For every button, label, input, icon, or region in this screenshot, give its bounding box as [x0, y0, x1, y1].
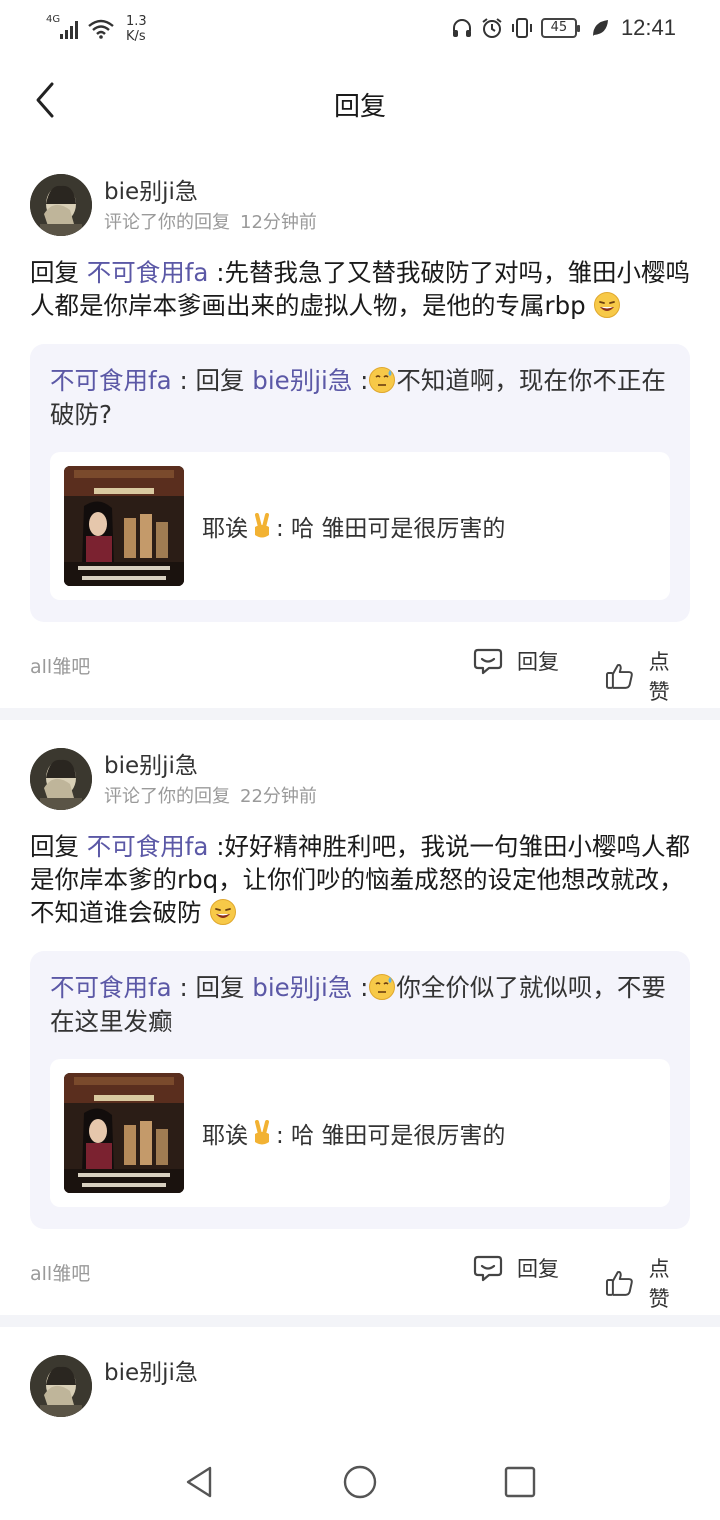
quote-mention[interactable]: bie别ji急 [252, 973, 352, 1002]
status-left: 1.3 K/s [46, 12, 147, 46]
battery-indicator: 45 [540, 18, 580, 38]
action-text: 评论了你的回复 [104, 212, 230, 233]
reply-mention[interactable]: 不可食用fa [87, 832, 209, 861]
original-body: : 哈 雏田可是很厉害的 [276, 1123, 506, 1149]
reply-content[interactable]: 回复 不可食用fa :好好精神胜利吧，我说一句雏田小樱鸣人都是你岸本爹的rbq，… [30, 830, 690, 929]
status-bar: 4G 1.3 K/s 45 12:41 [0, 0, 720, 56]
card-footer: all雏吧 回复 点赞 [30, 622, 690, 708]
avatar[interactable] [30, 1355, 92, 1417]
reply-content[interactable]: 回复 不可食用fa :先替我急了又替我破防了对吗，雏田小樱鸣人都是你岸本爹画出来… [30, 256, 690, 322]
quoted-text: 不可食用fa : 回复 bie别ji急 : 不知道啊，现在你不正在破防? [50, 364, 670, 432]
reply-button[interactable]: 回复 [473, 646, 559, 676]
reply-button[interactable]: 回复 [473, 1253, 559, 1283]
like-label: 点赞 [648, 650, 670, 704]
reply-prefix: 回复 [30, 832, 79, 861]
reply-label: 回复 [517, 650, 559, 674]
quote-colon: : [360, 973, 369, 1002]
card-header: bie别ji急 评论了你的回复 12分钟前 [30, 170, 690, 242]
triangle-back-icon[interactable] [180, 1462, 220, 1502]
reply-feed[interactable]: bie别ji急 评论了你的回复 12分钟前 回复 不可食用fa :先替我急了又替我… [0, 146, 720, 1440]
reply-card[interactable]: bie别ji急 评论了你的回复 22分钟前 回复 不可食用fa :好好精神胜利吧，… [0, 720, 720, 1315]
post-thumbnail[interactable] [64, 466, 184, 586]
vibrate-icon [511, 18, 532, 38]
original-body: : 哈 雏田可是很厉害的 [276, 516, 506, 542]
speed-unit: K/s [126, 29, 146, 44]
reply-label: 回复 [517, 1257, 559, 1281]
quote-user[interactable]: 不可食用fa [50, 973, 172, 1002]
like-label: 点赞 [648, 1257, 670, 1311]
square-recent-icon[interactable] [500, 1462, 540, 1502]
avatar[interactable] [30, 748, 92, 810]
original-text: 耶诶 : 哈 雏田可是很厉害的 [202, 509, 505, 543]
author-name[interactable]: bie别ji急 [104, 172, 198, 206]
leaf-icon [592, 20, 608, 36]
system-nav-bar [0, 1440, 720, 1520]
card-footer: all雏吧 回复 点赞 [30, 1229, 690, 1315]
card-divider [0, 1315, 720, 1327]
original-post[interactable]: 耶诶 : 哈 雏田可是很厉害的 [50, 1059, 670, 1207]
victory-hand-icon [255, 1120, 269, 1145]
thumbs-up-icon [605, 1270, 633, 1296]
avatar[interactable] [30, 174, 92, 236]
quote-colon: : [360, 366, 369, 395]
time-ago: 22分钟前 [240, 786, 317, 807]
card-divider [0, 708, 720, 720]
card-header: bie别ji急 评论了你的回复 22分钟前 [30, 744, 690, 816]
alarm-icon [482, 18, 502, 38]
sweat-emoji-icon [369, 974, 396, 1000]
quoted-reply[interactable]: 不可食用fa : 回复 bie别ji急 : 不知道啊，现在你不正在破防? 耶诶 … [30, 344, 690, 622]
original-user[interactable]: 耶诶 [202, 516, 248, 542]
author-name[interactable]: bie别ji急 [104, 1353, 198, 1387]
forum-name[interactable]: all雏吧 [30, 652, 90, 679]
quote-separator: : 回复 [179, 366, 245, 395]
like-button[interactable]: 点赞 [605, 646, 690, 706]
reply-card[interactable]: bie别ji急 评论了你的回复 12分钟前 回复 不可食用fa :先替我急了又替我… [0, 146, 720, 708]
signal-icon [60, 19, 78, 39]
sweat-emoji-icon [369, 367, 396, 393]
comment-meta: 评论了你的回复 22分钟前 [104, 782, 317, 808]
clock: 12:41 [620, 15, 676, 40]
network-speed: 1.3 K/s [126, 14, 147, 44]
top-bar: 回复 [0, 56, 720, 146]
original-post[interactable]: 耶诶 : 哈 雏田可是很厉害的 [50, 452, 670, 600]
post-thumbnail[interactable] [64, 1073, 184, 1193]
headset-icon [452, 19, 471, 37]
laughing-emoji-icon [210, 899, 237, 925]
laughing-emoji-icon [594, 292, 621, 318]
victory-hand-icon [255, 513, 269, 538]
like-button[interactable]: 点赞 [605, 1253, 690, 1313]
status-right: 45 12:41 [451, 14, 676, 42]
reply-card[interactable]: bie别ji急 [0, 1327, 720, 1423]
reply-mention[interactable]: 不可食用fa [87, 258, 209, 287]
comment-meta: 评论了你的回复 12分钟前 [104, 208, 317, 234]
action-text: 评论了你的回复 [104, 786, 230, 807]
quote-user[interactable]: 不可食用fa [50, 366, 172, 395]
original-user[interactable]: 耶诶 [202, 1123, 248, 1149]
time-ago: 12分钟前 [240, 212, 317, 233]
original-text: 耶诶 : 哈 雏田可是很厉害的 [202, 1116, 505, 1150]
card-header: bie别ji急 [30, 1351, 690, 1423]
quoted-reply[interactable]: 不可食用fa : 回复 bie别ji急 : 你全价似了就似呗，不要在这里发癫 耶… [30, 951, 690, 1229]
chat-bubble-icon [473, 648, 503, 675]
page-title: 回复 [333, 92, 386, 122]
thumbs-up-icon [605, 663, 633, 689]
forum-name[interactable]: all雏吧 [30, 1259, 90, 1286]
circle-home-icon[interactable] [340, 1462, 380, 1502]
author-name[interactable]: bie别ji急 [104, 746, 198, 780]
quote-mention[interactable]: bie别ji急 [252, 366, 352, 395]
chat-bubble-icon [473, 1255, 503, 1282]
wifi-icon [88, 19, 114, 39]
quote-separator: : 回复 [179, 973, 245, 1002]
quoted-text: 不可食用fa : 回复 bie别ji急 : 你全价似了就似呗，不要在这里发癫 [50, 971, 670, 1039]
speed-value: 1.3 [126, 14, 147, 29]
reply-prefix: 回复 [30, 258, 79, 287]
